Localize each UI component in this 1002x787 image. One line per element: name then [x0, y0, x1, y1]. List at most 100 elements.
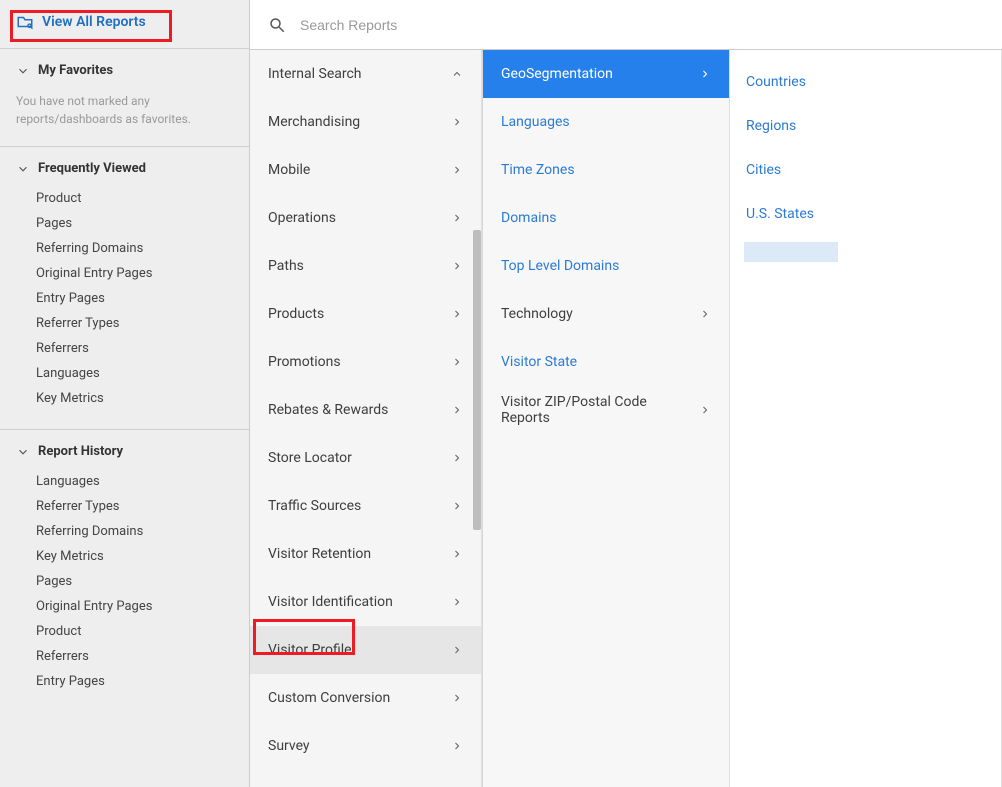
favorites-toggle[interactable]: My Favorites: [16, 63, 233, 78]
chevron-right-icon: [451, 260, 463, 272]
list-item[interactable]: Product: [36, 186, 233, 211]
category-item[interactable]: Internal Search: [250, 50, 481, 98]
category-item[interactable]: Visitor Identification: [250, 578, 481, 626]
category-item[interactable]: Promotions: [250, 338, 481, 386]
category-label: Visitor Profile: [268, 642, 352, 658]
chevron-right-icon: [451, 740, 463, 752]
reports-icon: [16, 13, 34, 31]
subcategory-item[interactable]: Languages: [483, 98, 729, 146]
chevron-right-icon: [451, 596, 463, 608]
history-toggle[interactable]: Report History: [16, 444, 233, 459]
category-item[interactable]: Operations: [250, 194, 481, 242]
subcategory-item[interactable]: Technology: [483, 290, 729, 338]
report-item[interactable]: U.S. States: [746, 192, 985, 236]
list-item[interactable]: Referrers: [36, 644, 233, 669]
sidebar: View All Reports My Favorites You have n…: [0, 0, 250, 787]
list-item[interactable]: Original Entry Pages: [36, 594, 233, 619]
history-title: Report History: [38, 444, 123, 459]
view-all-reports-button[interactable]: View All Reports: [16, 13, 146, 31]
subcategory-column: GeoSegmentation LanguagesTime Zones Domain…: [482, 50, 730, 787]
report-list: CountriesRegionsCitiesU.S. States: [730, 60, 1001, 236]
report-item[interactable]: Cities: [746, 148, 985, 192]
list-item[interactable]: Pages: [36, 211, 233, 236]
subcategory-label: Technology: [501, 306, 573, 322]
list-item[interactable]: Key Metrics: [36, 386, 233, 411]
history-list: Languages Referrer Types Referring Domai…: [16, 469, 233, 694]
list-item[interactable]: Key Metrics: [36, 544, 233, 569]
selection-highlight: [744, 242, 838, 262]
frequent-section: Frequently Viewed Product Pages Referrin…: [0, 147, 249, 430]
category-item[interactable]: Mobile: [250, 146, 481, 194]
list-item[interactable]: Referrers: [36, 336, 233, 361]
chevron-right-icon: [451, 212, 463, 224]
chevron-up-icon: [451, 68, 463, 80]
columns: Internal Search MerchandisingMobile Operat…: [250, 50, 1002, 787]
category-column: Internal Search MerchandisingMobile Operat…: [250, 50, 482, 787]
list-item[interactable]: Referring Domains: [36, 519, 233, 544]
category-item[interactable]: Store Locator: [250, 434, 481, 482]
subcategory-item[interactable]: Visitor State: [483, 338, 729, 386]
category-item[interactable]: Custom Conversion: [250, 674, 481, 722]
app-root: View All Reports My Favorites You have n…: [0, 0, 1002, 787]
list-item[interactable]: Languages: [36, 361, 233, 386]
chevron-right-icon: [451, 404, 463, 416]
chevron-right-icon: [699, 404, 711, 416]
chevron-right-icon: [451, 164, 463, 176]
chevron-right-icon: [451, 116, 463, 128]
frequent-toggle[interactable]: Frequently Viewed: [16, 161, 233, 176]
category-item[interactable]: Merchandising: [250, 98, 481, 146]
category-label: Store Locator: [268, 450, 352, 466]
category-label: Survey: [268, 738, 310, 754]
layout: View All Reports My Favorites You have n…: [0, 0, 1002, 787]
scrollbar[interactable]: [473, 230, 481, 530]
category-item[interactable]: Rebates & Rewards: [250, 386, 481, 434]
chevron-right-icon: [451, 692, 463, 704]
list-item[interactable]: Entry Pages: [36, 286, 233, 311]
list-item[interactable]: Product: [36, 619, 233, 644]
category-label: Paths: [268, 258, 304, 274]
subcategory-label: Top Level Domains: [501, 258, 619, 274]
chevron-down-icon: [16, 64, 30, 78]
report-item[interactable]: Countries: [746, 60, 985, 104]
subcategory-item[interactable]: Visitor ZIP/Postal Code Reports: [483, 386, 729, 434]
list-item[interactable]: Referrer Types: [36, 494, 233, 519]
subcategory-item[interactable]: Domains: [483, 194, 729, 242]
category-label: Products: [268, 306, 324, 322]
list-item[interactable]: Referring Domains: [36, 236, 233, 261]
category-item[interactable]: Products: [250, 290, 481, 338]
category-item[interactable]: Custom Reports: [250, 770, 481, 787]
category-item[interactable]: Survey: [250, 722, 481, 770]
category-label: Internal Search: [268, 66, 362, 82]
chevron-down-icon: [16, 162, 30, 176]
category-item[interactable]: Paths: [250, 242, 481, 290]
chevron-right-icon: [699, 308, 711, 320]
search-input[interactable]: [298, 16, 984, 34]
sidebar-top: View All Reports: [0, 0, 249, 49]
chevron-down-icon: [16, 445, 30, 459]
category-label: Traffic Sources: [268, 498, 361, 514]
category-item[interactable]: Traffic Sources: [250, 482, 481, 530]
category-item[interactable]: Visitor Profile: [250, 626, 481, 674]
category-item[interactable]: Visitor Retention: [250, 530, 481, 578]
list-item[interactable]: Entry Pages: [36, 669, 233, 694]
category-label: Visitor Retention: [268, 546, 371, 562]
chevron-right-icon: [451, 308, 463, 320]
list-item[interactable]: Original Entry Pages: [36, 261, 233, 286]
chevron-right-icon: [699, 68, 711, 80]
subcategory-item[interactable]: Top Level Domains: [483, 242, 729, 290]
subcategory-item[interactable]: GeoSegmentation: [483, 50, 729, 98]
subcategory-menu: GeoSegmentation LanguagesTime Zones Domain…: [483, 50, 729, 434]
chevron-right-icon: [451, 356, 463, 368]
view-all-reports-label: View All Reports: [42, 14, 146, 30]
subcategory-label: Domains: [501, 210, 556, 226]
list-item[interactable]: Pages: [36, 569, 233, 594]
report-item[interactable]: Regions: [746, 104, 985, 148]
subcategory-label: GeoSegmentation: [501, 66, 613, 82]
chevron-right-icon: [451, 548, 463, 560]
history-section: Report History Languages Referrer Types …: [0, 430, 249, 712]
category-label: Operations: [268, 210, 336, 226]
subcategory-item[interactable]: Time Zones: [483, 146, 729, 194]
list-item[interactable]: Referrer Types: [36, 311, 233, 336]
frequent-list: Product Pages Referring Domains Original…: [16, 186, 233, 411]
list-item[interactable]: Languages: [36, 469, 233, 494]
